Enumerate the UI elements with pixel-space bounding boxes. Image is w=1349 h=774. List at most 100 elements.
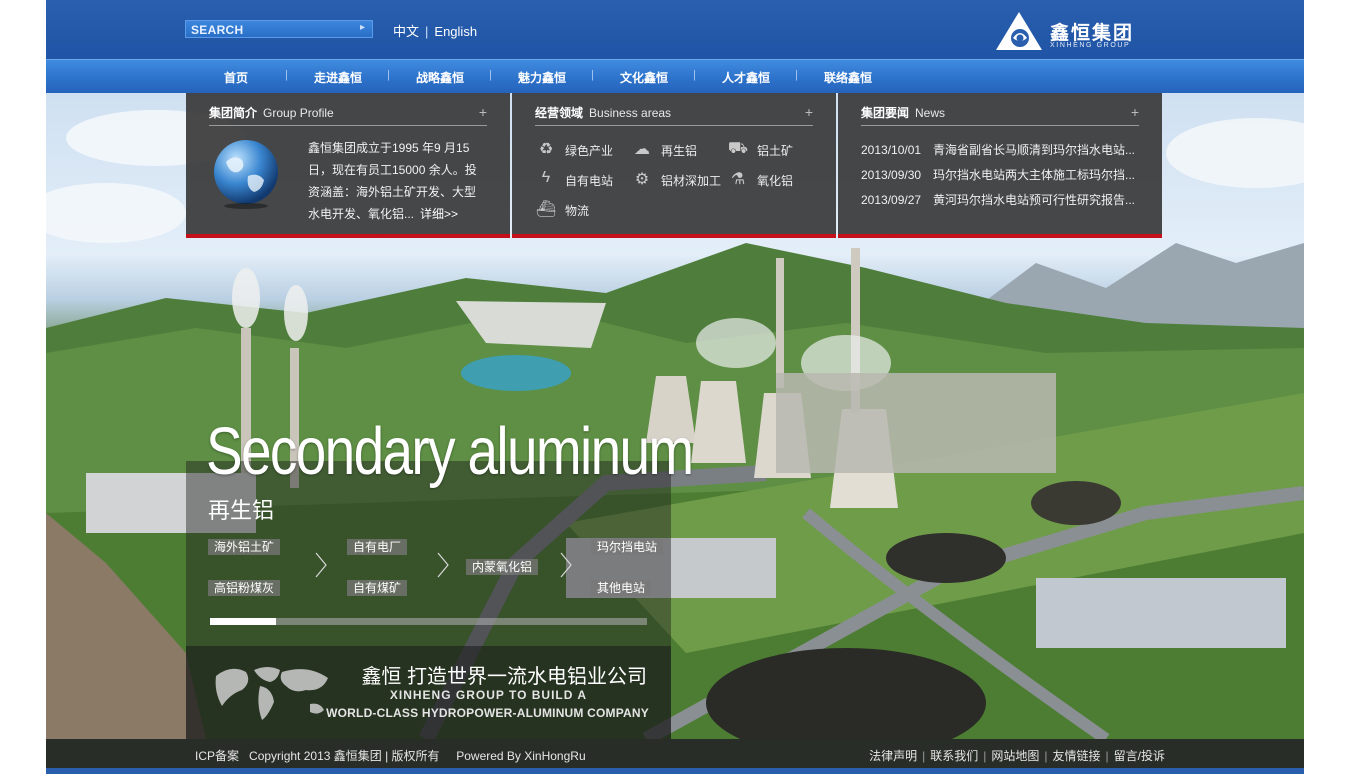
nav-separator: | xyxy=(285,69,288,81)
powered-by-text: Powered By XinHongRu xyxy=(456,749,586,763)
group-profile-panel: 集团简介 Group Profile + 鑫恒集团成立于1995 年9 月15日，… xyxy=(186,93,510,238)
nav-item-charm[interactable]: 魅力鑫恒 xyxy=(518,69,566,86)
lang-separator: | xyxy=(425,24,429,39)
main-nav: 首页 | 走进鑫恒 | 战略鑫恒 | 魅力鑫恒 | 文化鑫恒 | 人才鑫恒 | … xyxy=(46,59,1304,93)
nav-separator: | xyxy=(795,69,798,81)
nav-separator: | xyxy=(489,69,492,81)
panel-title-cn: 集团要闻 xyxy=(861,106,910,120)
site-container: SEARCH ▸ 中文 | English 鑫恒集团 XINHENG GROUP 首… xyxy=(46,0,1304,774)
top-header: SEARCH ▸ 中文 | English 鑫恒集团 XINHENG GROUP xyxy=(46,0,1304,59)
footer-link-feedback[interactable]: 留言/投诉 xyxy=(1114,749,1165,763)
footer: ICP备案 Copyright 2013 鑫恒集团 | 版权所有 Powered… xyxy=(46,739,1304,768)
more-plus-icon[interactable]: + xyxy=(479,104,487,120)
business-areas-panel: 经营领域 Business areas + ♻ 绿色产业 ☁ 再生铝 ⛟ 铝土矿 ϟ 自有… xyxy=(512,93,836,238)
bottom-accent-line xyxy=(46,768,1304,774)
news-item[interactable]: 2013/10/01 青海省副省长马顺清到玛尔挡水电站... xyxy=(861,141,1135,158)
language-switch: 中文 | English xyxy=(393,21,477,40)
logo-text-cn: 鑫恒集团 xyxy=(1050,23,1135,44)
panel-header: 集团简介 Group Profile + xyxy=(209,104,487,126)
nav-separator: | xyxy=(693,69,696,81)
logo-icon xyxy=(996,12,1042,50)
slide-progress-bar[interactable] xyxy=(210,618,647,625)
lang-chinese-link[interactable]: 中文 xyxy=(393,21,419,40)
recycle-icon: ♻ xyxy=(538,141,554,158)
globe-icon xyxy=(214,140,278,209)
more-plus-icon[interactable]: + xyxy=(805,104,813,120)
search-arrow-icon[interactable]: ▸ xyxy=(360,22,365,33)
category-tag[interactable]: 内蒙氧化铝 xyxy=(466,559,539,575)
news-item[interactable]: 2013/09/30 玛尔挡水电站两大主体施工标玛尔挡... xyxy=(861,166,1135,183)
profile-more-link[interactable]: 详细>> xyxy=(420,207,458,221)
footer-separator: | xyxy=(1044,749,1048,763)
nav-item-about[interactable]: 走进鑫恒 xyxy=(314,69,362,86)
cart-icon: ⛟ xyxy=(727,140,749,157)
news-item[interactable]: 2013/09/27 黄河玛尔挡水电站预可行性研究报告... xyxy=(861,191,1135,208)
nav-item-contact[interactable]: 联络鑫恒 xyxy=(824,69,872,86)
hero-title-en: Secondary aluminum xyxy=(206,414,694,489)
flask-icon: ⚗ xyxy=(730,171,746,188)
business-item-label: 绿色产业 xyxy=(565,144,614,158)
search-label: SEARCH xyxy=(191,23,244,37)
category-tag[interactable]: 海外铝土矿 xyxy=(208,539,281,555)
nav-item-talent[interactable]: 人才鑫恒 xyxy=(722,69,770,86)
lightning-icon: ϟ xyxy=(541,169,551,186)
panel-title-cn: 集团简介 xyxy=(209,106,258,120)
ship-icon: ⛴ xyxy=(535,201,557,218)
nav-item-culture[interactable]: 文化鑫恒 xyxy=(620,69,668,86)
nav-separator: | xyxy=(387,69,390,81)
hero-banner: 集团简介 Group Profile + 鑫恒集团成立于1995 年9 月15日，… xyxy=(46,93,1304,739)
footer-separator: | xyxy=(983,749,987,763)
category-tag[interactable]: 高铝粉煤灰 xyxy=(208,580,281,596)
logo-text-en: XINHENG GROUP xyxy=(1050,42,1131,49)
business-item-label: 铝土矿 xyxy=(757,144,794,158)
panel-title-en: News xyxy=(915,106,946,120)
news-date: 2013/09/27 xyxy=(861,193,922,207)
panel-header: 集团要闻 News + xyxy=(861,104,1139,126)
world-map-icon xyxy=(215,667,328,720)
category-tag[interactable]: 玛尔挡电站 xyxy=(591,539,664,555)
news-title: 黄河玛尔挡水电站预可行性研究报告... xyxy=(933,193,1136,207)
footer-link-friends[interactable]: 友情链接 xyxy=(1053,749,1101,763)
gears-icon: ⚙ xyxy=(634,171,650,188)
nav-item-home[interactable]: 首页 xyxy=(224,69,248,86)
category-tag[interactable]: 其他电站 xyxy=(591,580,652,596)
cloud-icon: ☁ xyxy=(634,141,650,158)
footer-separator: | xyxy=(1105,749,1109,763)
news-title: 青海省副省长马顺清到玛尔挡水电站... xyxy=(933,143,1136,157)
news-date: 2013/10/01 xyxy=(861,143,922,157)
panel-accent-bar xyxy=(838,234,1162,238)
slogan-cn: 鑫恒 打造世界一流水电铝业公司 xyxy=(361,666,647,688)
category-tag[interactable]: 自有电厂 xyxy=(347,539,408,555)
news-date: 2013/09/30 xyxy=(861,168,922,182)
business-item-label: 自有电站 xyxy=(565,174,614,188)
footer-link-contact[interactable]: 联系我们 xyxy=(930,749,978,763)
panel-header: 经营领域 Business areas + xyxy=(535,104,813,126)
category-tag[interactable]: 自有煤矿 xyxy=(347,580,408,596)
slogan-box: 鑫恒 打造世界一流水电铝业公司 XINHENG GROUP TO BUILD A… xyxy=(186,646,671,739)
slogan-en-line2: WORLD-CLASS HYDROPOWER-ALUMINUM COMPANY xyxy=(326,706,649,720)
business-item-label: 氧化铝 xyxy=(757,174,794,188)
panel-accent-bar xyxy=(186,234,510,238)
search-box[interactable]: SEARCH ▸ xyxy=(185,20,373,38)
footer-link-legal[interactable]: 法律声明 xyxy=(869,749,917,763)
more-plus-icon[interactable]: + xyxy=(1131,104,1139,120)
panel-title-cn: 经营领域 xyxy=(535,106,584,120)
brand-logo[interactable]: 鑫恒集团 XINHENG GROUP xyxy=(994,10,1144,52)
footer-info: ICP备案 Copyright 2013 鑫恒集团 | 版权所有 Powered… xyxy=(195,747,586,764)
nav-separator: | xyxy=(591,69,594,81)
business-item-label: 铝材深加工 xyxy=(661,174,722,188)
copyright-text: Copyright 2013 鑫恒集团 | 版权所有 xyxy=(249,749,440,763)
nav-item-strategy[interactable]: 战略鑫恒 xyxy=(416,69,464,86)
panel-title-en: Business areas xyxy=(589,106,672,120)
business-item-label: 再生铝 xyxy=(661,144,698,158)
panel-accent-bar xyxy=(512,234,836,238)
footer-link-sitemap[interactable]: 网站地图 xyxy=(991,749,1039,763)
profile-summary: 鑫恒集团成立于1995 年9 月15日，现在有员工15000 余人。投资涵盖：海… xyxy=(308,137,486,225)
news-title: 玛尔挡水电站两大主体施工标玛尔挡... xyxy=(933,168,1136,182)
panel-title-en: Group Profile xyxy=(263,106,334,120)
icp-link[interactable]: ICP备案 xyxy=(195,749,239,763)
footer-separator: | xyxy=(922,749,926,763)
lang-english-link[interactable]: English xyxy=(434,24,477,39)
footer-links: 法律声明 | 联系我们 | 网站地图 | 友情链接 | 留言/投诉 xyxy=(869,747,1165,764)
category-title-cn: 再生铝 xyxy=(208,498,275,523)
